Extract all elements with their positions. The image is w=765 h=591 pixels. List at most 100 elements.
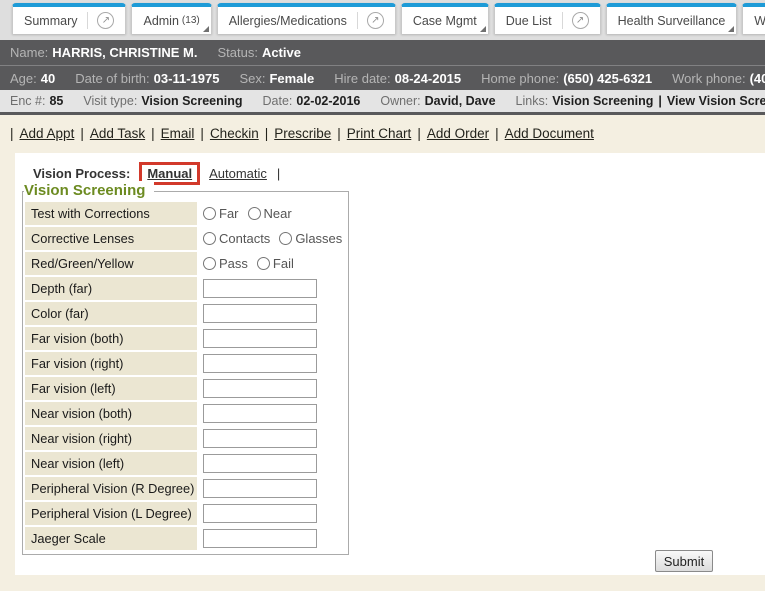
input-color-far[interactable] [203, 304, 317, 323]
popout-arrow-icon[interactable]: ↗ [572, 12, 589, 29]
tab-divider [562, 12, 563, 29]
input-far-vision-left[interactable] [203, 379, 317, 398]
links-separator: | [658, 94, 662, 108]
link-separator: | [265, 126, 269, 141]
tab-label: Health Surveillance [618, 14, 726, 28]
tab-label: Case Mgmt [413, 14, 477, 28]
form-row-peripheral-vision-r-degree: Peripheral Vision (R Degree) [25, 477, 346, 500]
radio-option-fail[interactable]: Fail [257, 256, 294, 271]
tab-summary[interactable]: Summary↗ [12, 3, 126, 34]
tab-label: Work Status [754, 14, 765, 28]
radio-test-with-corrections-far[interactable] [203, 207, 216, 220]
radio-option-contacts[interactable]: Contacts [203, 231, 270, 246]
form-row-label: Near vision (left) [25, 452, 197, 475]
link-separator: | [151, 126, 155, 141]
form-row-label: Red/Green/Yellow [25, 252, 197, 275]
form-row-field [197, 377, 346, 400]
tab-health-surveillance[interactable]: Health Surveillance [606, 3, 738, 34]
form-row-field [197, 327, 346, 350]
action-link-checkin[interactable]: Checkin [210, 126, 259, 141]
info-value: Active [262, 45, 301, 60]
vision-process-options: ManualAutomatic [139, 162, 277, 185]
radio-option-far[interactable]: Far [203, 206, 239, 221]
info-label: Name: [10, 45, 48, 60]
form-row-label: Color (far) [25, 302, 197, 325]
info-label: Hire date: [334, 71, 390, 86]
form-row-field: Contacts Glasses [197, 227, 351, 250]
form-row-label: Far vision (right) [25, 352, 197, 375]
info-label: Date of birth: [75, 71, 149, 86]
input-near-vision-left[interactable] [203, 454, 317, 473]
form-row-color-far: Color (far) [25, 302, 346, 325]
form-row-field: Pass Fail [197, 252, 346, 275]
info-value: 02-02-2016 [296, 94, 360, 108]
tab-admin[interactable]: Admin(13) [131, 3, 211, 34]
info-value: (407) 939 [750, 71, 765, 86]
input-near-vision-both[interactable] [203, 404, 317, 423]
radio-label: Pass [219, 256, 248, 271]
input-depth-far[interactable] [203, 279, 317, 298]
input-peripheral-vision-l-degree[interactable] [203, 504, 317, 523]
radio-option-glasses[interactable]: Glasses [279, 231, 342, 246]
form-row-label: Near vision (both) [25, 402, 197, 425]
form-row-far-vision-right: Far vision (right) [25, 352, 346, 375]
radio-test-with-corrections-near[interactable] [248, 207, 261, 220]
radio-option-near[interactable]: Near [248, 206, 292, 221]
vision-process-label: Vision Process: [33, 166, 130, 181]
tab-case-mgmt[interactable]: Case Mgmt [401, 3, 489, 34]
info-value: 85 [49, 94, 63, 108]
tab-divider [357, 12, 358, 29]
tab-label: Admin [143, 14, 178, 28]
input-far-vision-both[interactable] [203, 329, 317, 348]
corner-fold-icon [480, 26, 486, 32]
form-row-field [197, 352, 346, 375]
submit-button[interactable]: Submit [655, 550, 713, 572]
link-separator: | [495, 126, 499, 141]
action-link-add-order[interactable]: Add Order [427, 126, 489, 141]
info-value: 08-24-2015 [395, 71, 462, 86]
input-peripheral-vision-r-degree[interactable] [203, 479, 317, 498]
radio-corrective-lenses-contacts[interactable] [203, 232, 216, 245]
action-link-email[interactable]: Email [161, 126, 195, 141]
action-link-add-appt[interactable]: Add Appt [20, 126, 75, 141]
link-separator: | [337, 126, 341, 141]
form-row-label: Peripheral Vision (R Degree) [25, 477, 197, 500]
action-link-add-document[interactable]: Add Document [505, 126, 594, 141]
tab-divider [87, 12, 88, 29]
action-link-prescribe[interactable]: Prescribe [274, 126, 331, 141]
form-row-field [197, 452, 346, 475]
action-link-print-chart[interactable]: Print Chart [347, 126, 412, 141]
link-separator: | [200, 126, 204, 141]
tab-due-list[interactable]: Due List↗ [494, 3, 601, 34]
input-jaeger-scale[interactable] [203, 529, 317, 548]
form-row-field [197, 527, 346, 550]
form-row-corrective-lenses: Corrective LensesContactsGlasses [25, 227, 346, 250]
popout-arrow-icon[interactable]: ↗ [367, 12, 384, 29]
radio-option-pass[interactable]: Pass [203, 256, 248, 271]
demographics-bar: Age:40Date of birth:03-11-1975Sex:Female… [0, 65, 765, 90]
form-row-label: Peripheral Vision (L Degree) [25, 502, 197, 525]
form-row-field [197, 302, 346, 325]
tab-allergies-medications[interactable]: Allergies/Medications↗ [217, 3, 396, 34]
radio-label: Near [264, 206, 292, 221]
info-value: 03-11-1975 [154, 71, 220, 86]
link-separator: | [417, 126, 421, 141]
radio-label: Far [219, 206, 239, 221]
encounter-link-vision-screening[interactable]: Vision Screening [552, 94, 653, 108]
form-row-field [197, 402, 346, 425]
form-row-field [197, 502, 346, 525]
radio-corrective-lenses-glasses[interactable] [279, 232, 292, 245]
encounter-link-view-vision-screening[interactable]: View Vision Screening [667, 94, 765, 108]
input-far-vision-right[interactable] [203, 354, 317, 373]
popout-arrow-icon[interactable]: ↗ [97, 12, 114, 29]
vision-process-trailing-separator: | [277, 166, 280, 181]
vision-process-link-automatic[interactable]: Automatic [209, 166, 267, 181]
tab-work-status[interactable]: Work Status↗ [742, 3, 765, 34]
form-row-near-vision-both: Near vision (both) [25, 402, 346, 425]
form-row-label: Far vision (left) [25, 377, 197, 400]
action-link-add-task[interactable]: Add Task [90, 126, 145, 141]
radio-red-green-yellow-pass[interactable] [203, 257, 216, 270]
action-links-row: | Add Appt | Add Task | Email | Checkin | Prescri… [0, 115, 765, 153]
input-near-vision-right[interactable] [203, 429, 317, 448]
radio-red-green-yellow-fail[interactable] [257, 257, 270, 270]
